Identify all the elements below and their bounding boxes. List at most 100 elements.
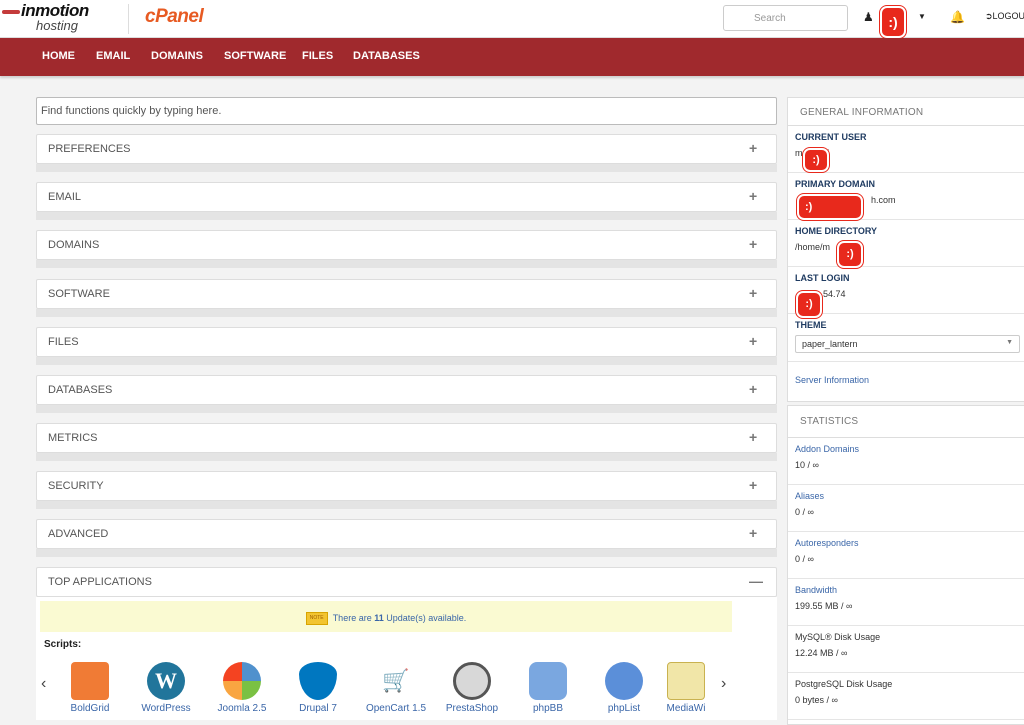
group-preferences[interactable]: PREFERENCES +: [36, 134, 777, 176]
app-drupal[interactable]: Drupal 7: [278, 662, 358, 714]
server-info-row: Server Information: [788, 362, 1024, 396]
app-phplist[interactable]: phpList: [584, 662, 664, 714]
expand-icon[interactable]: +: [749, 236, 757, 252]
user-icon[interactable]: ♟: [863, 10, 874, 24]
app-boldgrid[interactable]: BoldGrid: [50, 662, 130, 714]
last-login-redaction: :): [796, 291, 822, 318]
statistics-panel: STATISTICS Addon Domains 10 / ∞ Aliases …: [787, 405, 1024, 725]
group-software[interactable]: SOFTWARE +: [36, 279, 777, 321]
group-title: METRICS: [48, 432, 98, 444]
joomla-icon: [223, 662, 261, 700]
theme-label: THEME: [795, 320, 827, 330]
current-user-redaction: :): [803, 148, 829, 172]
app-label: MediaWi: [666, 703, 706, 714]
bandwidth-link[interactable]: Bandwidth: [795, 585, 1019, 595]
select-arrow-icon: ▼: [1006, 339, 1013, 346]
note-icon: NOTE: [305, 612, 328, 625]
app-label: phpList: [607, 703, 641, 714]
nav-home[interactable]: HOME: [42, 50, 75, 62]
expand-icon[interactable]: +: [749, 333, 757, 349]
update-notice[interactable]: NOTE There are 11 Update(s) available.: [40, 601, 732, 632]
app-prestashop[interactable]: PrestaShop: [432, 662, 512, 714]
group-title: PREFERENCES: [48, 143, 131, 155]
scroll-left-icon[interactable]: ‹: [41, 675, 46, 693]
logo-swoosh-icon: [2, 9, 20, 14]
group-files[interactable]: FILES +: [36, 327, 777, 369]
app-label: OpenCart 1.5: [365, 703, 427, 714]
stat-row: Autoresponders 0 / ∞: [788, 532, 1024, 579]
app-phpbb[interactable]: phpBB: [508, 662, 588, 714]
group-title: ADVANCED: [48, 528, 109, 540]
username-redaction[interactable]: :): [880, 6, 906, 38]
app-wordpress[interactable]: W WordPress: [126, 662, 206, 714]
bell-icon[interactable]: 🔔: [950, 10, 965, 24]
group-title: SECURITY: [48, 480, 104, 492]
postgresql-disk-usage-label: PostgreSQL Disk Usage: [795, 679, 893, 689]
last-login-value: 54.74: [823, 289, 846, 299]
main-navigation: HOME EMAIL DOMAINS SOFTWARE FILES DATABA…: [0, 38, 1024, 76]
theme-row: THEME paper_lantern ▼: [788, 314, 1024, 362]
nav-domains[interactable]: DOMAINS: [151, 50, 203, 62]
current-user-label: CURRENT USER: [795, 132, 867, 142]
update-count: 11: [374, 612, 384, 623]
search-input[interactable]: Search: [723, 5, 848, 31]
nav-email[interactable]: EMAIL: [96, 50, 130, 62]
theme-select[interactable]: paper_lantern ▼: [795, 335, 1020, 353]
statistics-title: STATISTICS: [788, 406, 1024, 438]
logout-label: LOGOU: [992, 11, 1024, 21]
stat-value: 0 / ∞: [795, 554, 814, 564]
general-information-panel: GENERAL INFORMATION CURRENT USER m5 PRIM…: [787, 97, 1024, 402]
expand-icon[interactable]: +: [749, 188, 757, 204]
group-security[interactable]: SECURITY +: [36, 471, 777, 513]
boldgrid-icon: [71, 662, 109, 700]
app-label: PrestaShop: [445, 703, 499, 714]
group-metrics[interactable]: METRICS +: [36, 423, 777, 465]
app-label: BoldGrid: [70, 703, 110, 714]
aliases-link[interactable]: Aliases: [795, 491, 1019, 501]
nav-files[interactable]: FILES: [302, 50, 333, 62]
app-label: WordPress: [141, 703, 191, 714]
inmotion-hosting-logo[interactable]: inmotion hosting: [2, 2, 89, 32]
caret-down-icon[interactable]: ▼: [918, 12, 926, 21]
stat-row: MySQL® Disk Usage 12.24 MB / ∞: [788, 626, 1024, 673]
mysql-disk-usage-label: MySQL® Disk Usage: [795, 632, 881, 642]
app-mediawiki[interactable]: MediaWi: [656, 662, 716, 714]
nav-software[interactable]: SOFTWARE: [224, 50, 286, 62]
find-functions-input[interactable]: Find functions quickly by typing here.: [36, 97, 777, 125]
home-directory-value: /home/m5: [795, 242, 859, 252]
expand-icon[interactable]: +: [749, 525, 757, 541]
logout-button[interactable]: ➲LOGOU: [985, 11, 1024, 22]
app-opencart[interactable]: 🛒 OpenCart 1.5: [356, 662, 436, 714]
last-login-label: LAST LOGIN: [795, 273, 850, 283]
stat-value: 10 / ∞: [795, 460, 819, 470]
stat-value: 0 / ∞: [795, 507, 814, 517]
stat-value: 0 bytes / ∞: [795, 695, 838, 705]
server-information-link[interactable]: Server Information: [795, 375, 869, 385]
theme-value: paper_lantern: [802, 339, 858, 349]
expand-icon[interactable]: +: [749, 285, 757, 301]
expand-icon[interactable]: +: [749, 140, 757, 156]
autoresponders-link[interactable]: Autoresponders: [795, 538, 1019, 548]
collapse-icon[interactable]: —: [749, 573, 763, 589]
scroll-right-icon[interactable]: ›: [721, 675, 726, 693]
stat-value: 199.55 MB / ∞: [795, 601, 853, 611]
group-email[interactable]: EMAIL +: [36, 182, 777, 224]
addon-domains-link[interactable]: Addon Domains: [795, 444, 1019, 454]
expand-icon[interactable]: +: [749, 477, 757, 493]
drupal-icon: [299, 662, 337, 700]
nav-databases[interactable]: DATABASES: [353, 50, 420, 62]
home-directory-redaction: :): [837, 241, 863, 268]
cpanel-logo[interactable]: cPanel: [145, 6, 204, 28]
app-label: phpBB: [532, 703, 564, 714]
expand-icon[interactable]: +: [749, 429, 757, 445]
logout-icon: ➲: [985, 11, 993, 21]
group-databases[interactable]: DATABASES +: [36, 375, 777, 417]
top-header: inmotion hosting cPanel Search ♟ :) ▼ 🔔 …: [0, 0, 1024, 38]
expand-icon[interactable]: +: [749, 381, 757, 397]
group-advanced[interactable]: ADVANCED +: [36, 519, 777, 561]
home-directory-row: HOME DIRECTORY /home/m5: [788, 220, 1024, 267]
group-domains[interactable]: DOMAINS +: [36, 230, 777, 272]
stat-row: PostgreSQL Disk Usage 0 bytes / ∞: [788, 673, 1024, 720]
group-title: DATABASES: [48, 384, 113, 396]
app-joomla[interactable]: Joomla 2.5: [202, 662, 282, 714]
